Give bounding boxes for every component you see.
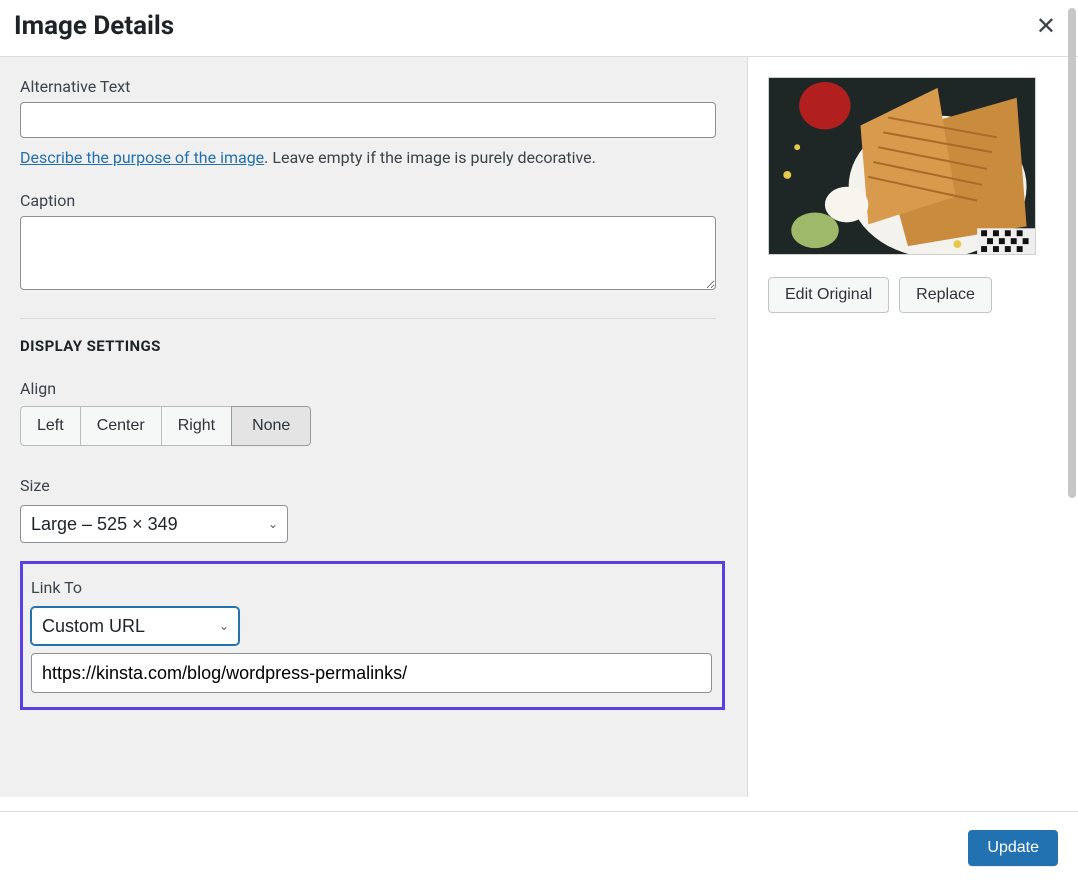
size-select[interactable]: Large – 525 × 349 — [20, 505, 288, 543]
link-to-highlight: Link To Custom URL ⌄ — [20, 561, 725, 710]
align-none-button[interactable]: None — [231, 406, 311, 446]
update-button[interactable]: Update — [968, 830, 1058, 866]
display-settings-header: DISPLAY SETTINGS — [20, 337, 725, 355]
preview-pane: Edit Original Replace — [748, 57, 1078, 797]
edit-original-button[interactable]: Edit Original — [768, 277, 889, 313]
image-thumbnail — [768, 77, 1036, 255]
alt-help-rest: . Leave empty if the image is purely dec… — [264, 148, 596, 167]
thumbnail-icon — [769, 78, 1035, 254]
alt-help-link[interactable]: Describe the purpose of the image — [20, 148, 264, 167]
align-center-button[interactable]: Center — [80, 406, 162, 446]
settings-pane: Alternative Text Describe the purpose of… — [0, 57, 748, 797]
align-button-group: Left Center Right None — [20, 406, 311, 446]
link-url-input[interactable] — [31, 653, 712, 693]
modal-body: Alternative Text Describe the purpose of… — [0, 57, 1078, 797]
alt-text-label: Alternative Text — [20, 77, 725, 96]
modal-footer: Update — [0, 811, 1078, 884]
alt-text-help: Describe the purpose of the image. Leave… — [20, 148, 725, 167]
size-label: Size — [20, 476, 725, 495]
alt-text-input[interactable] — [20, 102, 716, 138]
section-divider — [20, 318, 716, 319]
thumbnail-actions: Edit Original Replace — [768, 277, 1058, 313]
link-to-label: Link To — [31, 578, 712, 597]
modal-title: Image Details — [14, 11, 174, 41]
scrollbar[interactable] — [1068, 8, 1076, 498]
caption-label: Caption — [20, 191, 725, 210]
align-right-button[interactable]: Right — [161, 406, 232, 446]
close-icon[interactable]: ✕ — [1030, 10, 1062, 42]
size-select-wrap: Large – 525 × 349 ⌄ — [20, 505, 288, 543]
align-left-button[interactable]: Left — [20, 406, 81, 446]
caption-input[interactable] — [20, 216, 716, 290]
replace-button[interactable]: Replace — [899, 277, 992, 313]
link-to-select[interactable]: Custom URL — [31, 607, 239, 645]
link-to-select-wrap: Custom URL ⌄ — [31, 607, 239, 645]
align-label: Align — [20, 379, 725, 398]
modal-header: Image Details ✕ — [0, 0, 1078, 57]
